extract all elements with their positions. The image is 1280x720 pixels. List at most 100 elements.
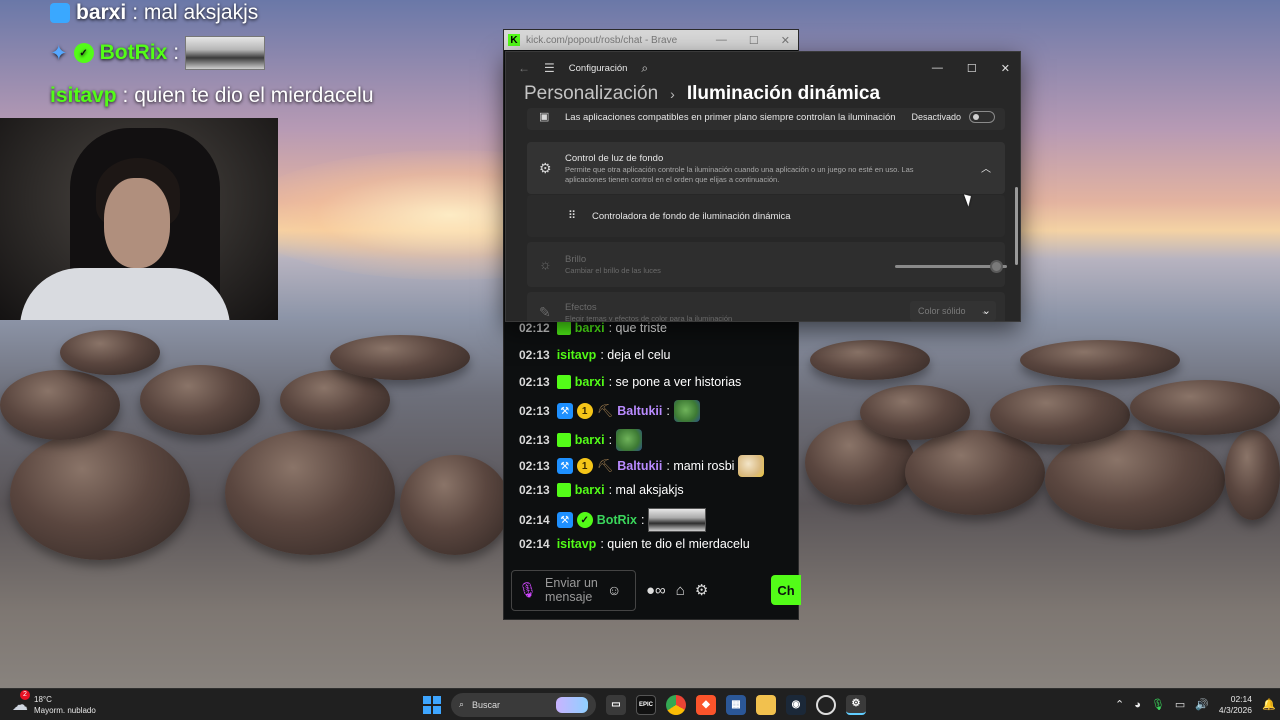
chevron-up-icon[interactable]: ⌃: [1115, 698, 1124, 711]
rock: [140, 365, 260, 435]
clock[interactable]: 02:14 4/3/2026: [1218, 694, 1252, 716]
task-view-icon[interactable]: ▭: [606, 694, 626, 715]
settings-titlebar[interactable]: ← ☰ Configuración ⌕ — ☐ ✕: [506, 52, 1020, 84]
drag-handle-icon[interactable]: ⠿: [568, 209, 576, 222]
message-username[interactable]: BotRix: [597, 513, 637, 527]
notification-bell-icon[interactable]: 🔔: [1262, 698, 1276, 711]
message-time: 02:13: [519, 375, 550, 389]
microphone-icon[interactable]: 🎙: [1151, 698, 1165, 711]
controller-name: Controladora de fondo de iluminación din…: [592, 211, 791, 222]
overlay-text: :: [173, 41, 180, 64]
discord-icon[interactable]: ◕: [1134, 699, 1141, 711]
controller-list-item[interactable]: ⠿ Controladora de fondo de iluminación d…: [527, 195, 1005, 237]
brightness-slider-thumb[interactable]: [989, 260, 1003, 273]
face: [104, 178, 170, 268]
overlay-username: barxi: [76, 1, 127, 24]
message-username[interactable]: Baltukii: [617, 459, 662, 473]
mining-badge-icon: ⛏: [596, 458, 614, 473]
chrome-icon[interactable]: [666, 694, 686, 715]
message-username[interactable]: Baltukii: [617, 404, 662, 418]
gift-badge-icon: [556, 433, 571, 447]
maximize-icon[interactable]: ☐: [967, 62, 977, 75]
chat-send-button[interactable]: Ch: [771, 575, 801, 605]
brightness-title: Brillo: [565, 254, 587, 265]
chevron-up-icon[interactable]: ︿: [981, 160, 991, 175]
toggle-state-label: Desactivado: [911, 112, 961, 122]
message-username[interactable]: isitavp: [557, 537, 597, 551]
verified-badge-icon: ✓: [576, 512, 593, 528]
pickaxe-badge-icon: ⚒: [556, 512, 573, 528]
settings-app-icon[interactable]: ⚙: [846, 694, 866, 715]
maximize-icon[interactable]: ☐: [749, 34, 759, 47]
network-icon[interactable]: ▭: [1175, 698, 1185, 711]
bg-control-desc: Permite que otra aplicación controle la …: [565, 165, 914, 184]
message-time: 02:14: [519, 537, 550, 551]
microphone-icon[interactable]: 🎙: [518, 581, 537, 599]
obs-icon[interactable]: [816, 694, 836, 715]
rock: [225, 430, 395, 555]
rock: [860, 385, 970, 440]
weather-temp: 18°C: [34, 694, 52, 704]
chat-message-input[interactable]: 🎙 Enviar un mensaje ☺: [511, 569, 636, 611]
taskbar-search[interactable]: ⌕ Buscar: [451, 692, 596, 717]
taskbar-apps: ⌕ Buscar ▭ EPIC ◆ ▦ ◉ ⚙: [423, 689, 866, 720]
search-icon[interactable]: ⌕: [641, 61, 648, 76]
message-username[interactable]: isitavp: [557, 348, 597, 362]
message-username[interactable]: barxi: [575, 321, 605, 335]
effects-row: ✎ Efectos Elegir temas y efectos de colo…: [527, 292, 1005, 321]
message-time: 02:13: [519, 483, 550, 497]
chevron-down-icon[interactable]: ⌄: [982, 304, 991, 317]
pickaxe-badge-icon: ⚒: [556, 403, 573, 419]
close-icon[interactable]: ✕: [1001, 62, 1010, 75]
settings-window[interactable]: ← ☰ Configuración ⌕ — ☐ ✕ Personalizació…: [505, 51, 1021, 322]
message-time: 02:14: [519, 513, 550, 527]
gift-badge-icon: [556, 483, 571, 497]
message-username[interactable]: barxi: [575, 433, 605, 447]
message-time: 02:12: [519, 321, 550, 335]
message-time: 02:13: [519, 433, 550, 447]
brave-icon[interactable]: ◆: [696, 694, 716, 715]
settings-scrollbar[interactable]: [1015, 187, 1018, 265]
emoji-icon[interactable]: ☺: [607, 582, 621, 598]
weather-widget[interactable]: ☁ 2 18°C Mayorm. nublado: [12, 689, 96, 716]
minimize-icon[interactable]: —: [716, 34, 727, 47]
points-icon[interactable]: ●∞: [646, 582, 666, 599]
bg-control-header[interactable]: ⚙ Control de luz de fondo Permite que ot…: [527, 142, 1005, 194]
frog-emote: [616, 429, 643, 451]
foreground-control-row[interactable]: ▣ Las aplicaciones compatibles en primer…: [527, 108, 1005, 130]
weather-desc: Mayorm. nublado: [34, 705, 96, 715]
chat-message: 02:13 ⚒ 1 ⛏ Baltukii:: [519, 400, 700, 422]
chat-titlebar[interactable]: K kick.com/popout/rosb/chat - Brave — ☐ …: [504, 30, 798, 50]
message-text: : que triste: [608, 321, 667, 335]
message-text: : quien te dio el mierdacelu: [600, 537, 750, 551]
pickaxe-badge-icon: ⚒: [556, 458, 573, 474]
gear-icon[interactable]: ⚙: [695, 581, 708, 599]
back-arrow-icon[interactable]: ←: [518, 61, 530, 75]
chat-message: 02:14 isitavp: quien te dio el mierdacel…: [519, 537, 750, 551]
minimize-icon[interactable]: —: [932, 62, 943, 75]
message-username[interactable]: barxi: [575, 483, 605, 497]
store-icon[interactable]: ▦: [726, 694, 746, 715]
foreground-toggle[interactable]: [969, 111, 995, 123]
store-icon[interactable]: ⌂: [676, 582, 685, 599]
close-icon[interactable]: ✕: [781, 34, 790, 47]
verified-badge-icon: ✓: [73, 43, 94, 63]
breadcrumb-parent[interactable]: Personalización: [524, 83, 658, 105]
foreground-control-text: Las aplicaciones compatibles en primer p…: [565, 112, 896, 123]
windows-start-icon[interactable]: [423, 695, 441, 714]
hamburger-menu-icon[interactable]: ☰: [544, 61, 555, 75]
message-username[interactable]: barxi: [575, 375, 605, 389]
weather-alert-badge: 2: [20, 689, 30, 700]
file-explorer-icon[interactable]: [756, 694, 776, 715]
message-text: : mal aksjakjs: [608, 483, 684, 497]
system-tray: ⌃ ◕ 🎙 ▭ 🔊: [1115, 698, 1209, 712]
message-text: :: [666, 404, 670, 418]
steam-icon[interactable]: ◉: [786, 694, 806, 715]
rock: [1045, 430, 1225, 530]
weather-text: 18°C Mayorm. nublado: [34, 694, 96, 716]
chat-input-placeholder: Enviar un mensaje: [545, 576, 598, 604]
volume-icon[interactable]: 🔊: [1195, 698, 1209, 711]
epic-games-icon[interactable]: EPIC: [636, 694, 656, 715]
rock: [400, 455, 510, 555]
apps-icon: ▣: [539, 111, 550, 123]
